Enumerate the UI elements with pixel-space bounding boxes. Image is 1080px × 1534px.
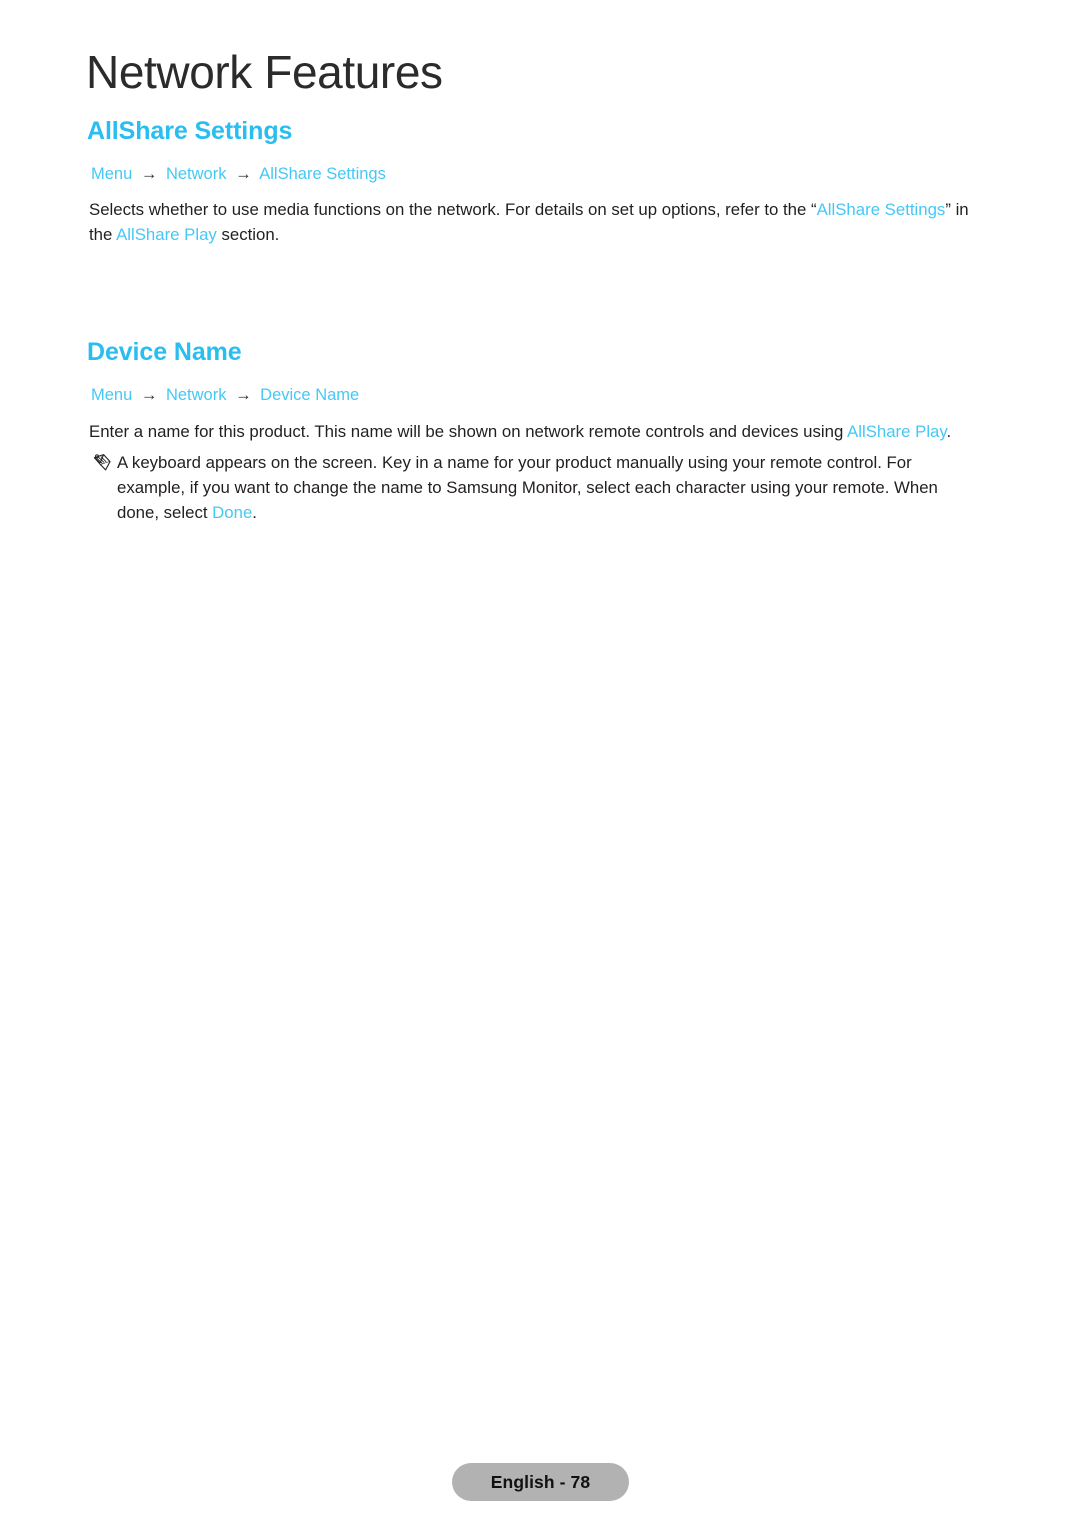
paragraph-text: Enter a name for this product. This name…: [89, 422, 848, 441]
inline-link-allshare-play: AllShare Play: [116, 225, 217, 244]
inline-link-allshare-play: AllShare Play: [847, 422, 947, 441]
footer-page-badge: English - 78: [452, 1463, 629, 1501]
footer-page-label: English - 78: [490, 1471, 591, 1492]
arrow-right-icon: →: [235, 165, 252, 183]
paragraph-allshare-settings: Selects whether to use media functions o…: [89, 197, 979, 247]
arrow-right-icon: →: [140, 165, 158, 183]
breadcrumb-item-device-name: Device Name: [260, 386, 360, 404]
breadcrumb-item-allshare-settings: AllShare Settings: [259, 165, 386, 183]
breadcrumb-item-network: Network: [165, 165, 227, 183]
note-text-part: .: [252, 503, 257, 522]
arrow-right-icon: →: [140, 386, 158, 404]
section-heading-allshare-settings: AllShare Settings: [87, 117, 293, 145]
inline-link-done: Done: [212, 503, 253, 522]
paragraph-device-name: Enter a name for this product. This name…: [89, 419, 977, 444]
breadcrumb-item-menu: Menu: [91, 386, 133, 404]
section-heading-device-name: Device Name: [87, 338, 242, 366]
pencil-note-icon: [92, 452, 113, 473]
paragraph-text: section.: [216, 225, 280, 244]
note-device-name: A keyboard appears on the screen. Key in…: [92, 450, 977, 525]
note-text: A keyboard appears on the screen. Key in…: [117, 450, 977, 525]
breadcrumb-item-network: Network: [165, 386, 227, 404]
inline-link-allshare-settings: AllShare Settings: [816, 200, 946, 219]
paragraph-text: Selects whether to use media functions o…: [89, 200, 817, 219]
chapter-title: Network Features: [86, 46, 443, 98]
document-page: Network Features AllShare Settings Menu …: [0, 0, 1080, 1534]
arrow-right-icon: →: [235, 386, 252, 404]
paragraph-text: .: [946, 422, 952, 441]
breadcrumb-item-menu: Menu: [91, 165, 133, 183]
breadcrumb-device-name: Menu → Network → Device Name: [91, 386, 359, 406]
breadcrumb-allshare-settings: Menu → Network → AllShare Settings: [91, 165, 386, 185]
